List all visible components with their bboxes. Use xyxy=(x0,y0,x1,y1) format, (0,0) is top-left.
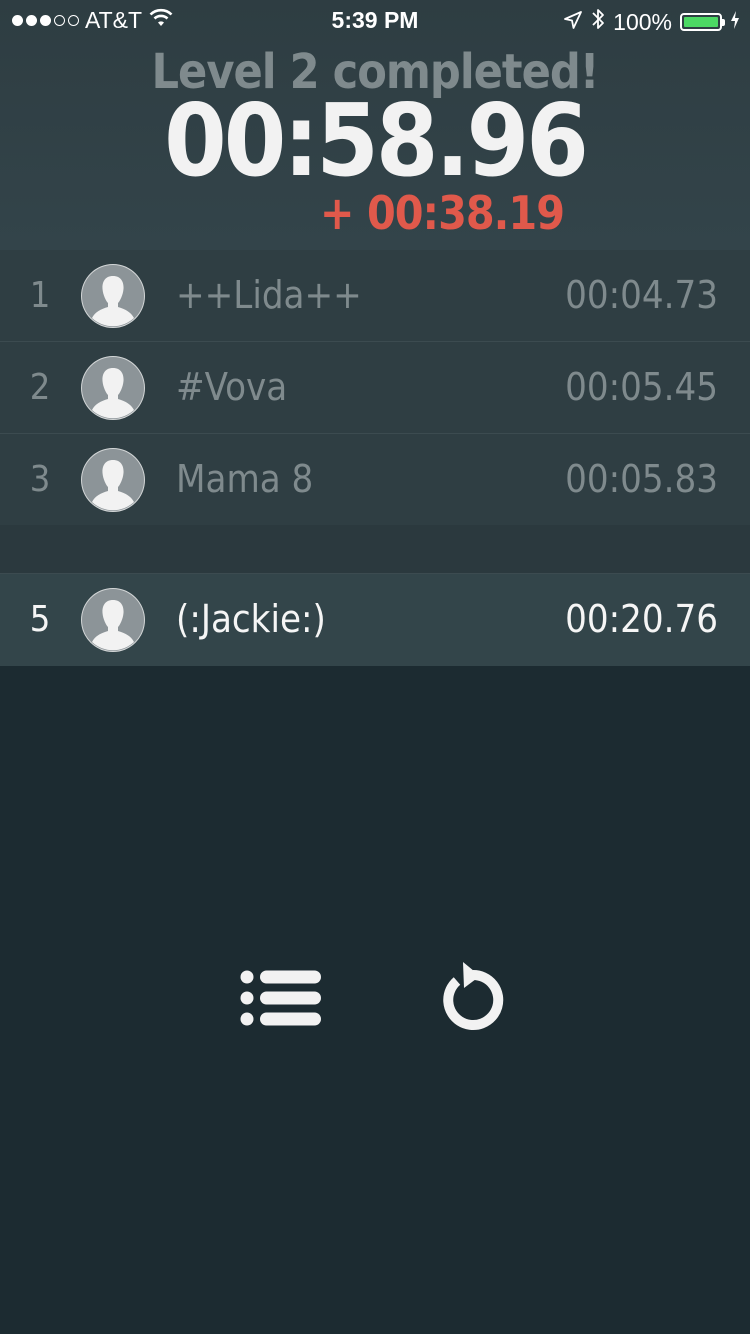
bluetooth-icon xyxy=(591,7,605,37)
rank: 3 xyxy=(29,459,51,500)
battery-tip xyxy=(722,19,725,26)
player-name: Mama 8 xyxy=(176,457,314,501)
leaderboard-list-button[interactable] xyxy=(236,955,326,1045)
leaderboard: 1 ++Lida++ 00:04.73 2 #Vova 00:05.45 3 M… xyxy=(0,250,750,666)
rank: 5 xyxy=(29,599,51,640)
player-time: 00:20.76 xyxy=(565,597,718,641)
battery-icon xyxy=(680,13,725,31)
list-icon xyxy=(240,969,322,1031)
player-name: #Vova xyxy=(176,365,288,409)
default-avatar-icon xyxy=(81,448,145,512)
time-delta: + 00:38.19 xyxy=(319,186,565,240)
leaderboard-row: 3 Mama 8 00:05.83 xyxy=(0,434,750,525)
restart-icon xyxy=(433,960,505,1040)
default-avatar-icon xyxy=(81,588,145,652)
charging-bolt-icon xyxy=(730,9,740,36)
header: AT&T 5:39 PM 100% Level 2 completed! 00:… xyxy=(0,0,750,250)
player-time: 00:05.45 xyxy=(565,365,718,409)
leaderboard-gap xyxy=(0,525,750,574)
leaderboard-row: 1 ++Lida++ 00:04.73 xyxy=(0,250,750,342)
player-name: (:Jackie:) xyxy=(176,597,326,641)
player-time: 00:05.83 xyxy=(565,457,718,501)
status-right: 100% xyxy=(563,7,740,37)
leaderboard-row: 2 #Vova 00:05.45 xyxy=(0,342,750,434)
rank: 2 xyxy=(29,367,51,408)
current-player-row: 5 (:Jackie:) 00:20.76 xyxy=(0,574,750,666)
battery-level xyxy=(684,17,718,27)
default-avatar-icon xyxy=(81,356,145,420)
rank: 1 xyxy=(29,275,51,316)
restart-button[interactable] xyxy=(424,955,514,1045)
bottom-controls xyxy=(0,955,750,1045)
location-arrow-icon xyxy=(563,9,583,36)
status-bar: AT&T 5:39 PM 100% xyxy=(0,0,750,40)
player-name: ++Lida++ xyxy=(176,273,362,317)
player-time: 00:04.73 xyxy=(565,273,718,317)
battery-percent: 100% xyxy=(613,8,672,35)
default-avatar-icon xyxy=(81,264,145,328)
level-time: 00:58.96 xyxy=(164,82,589,199)
